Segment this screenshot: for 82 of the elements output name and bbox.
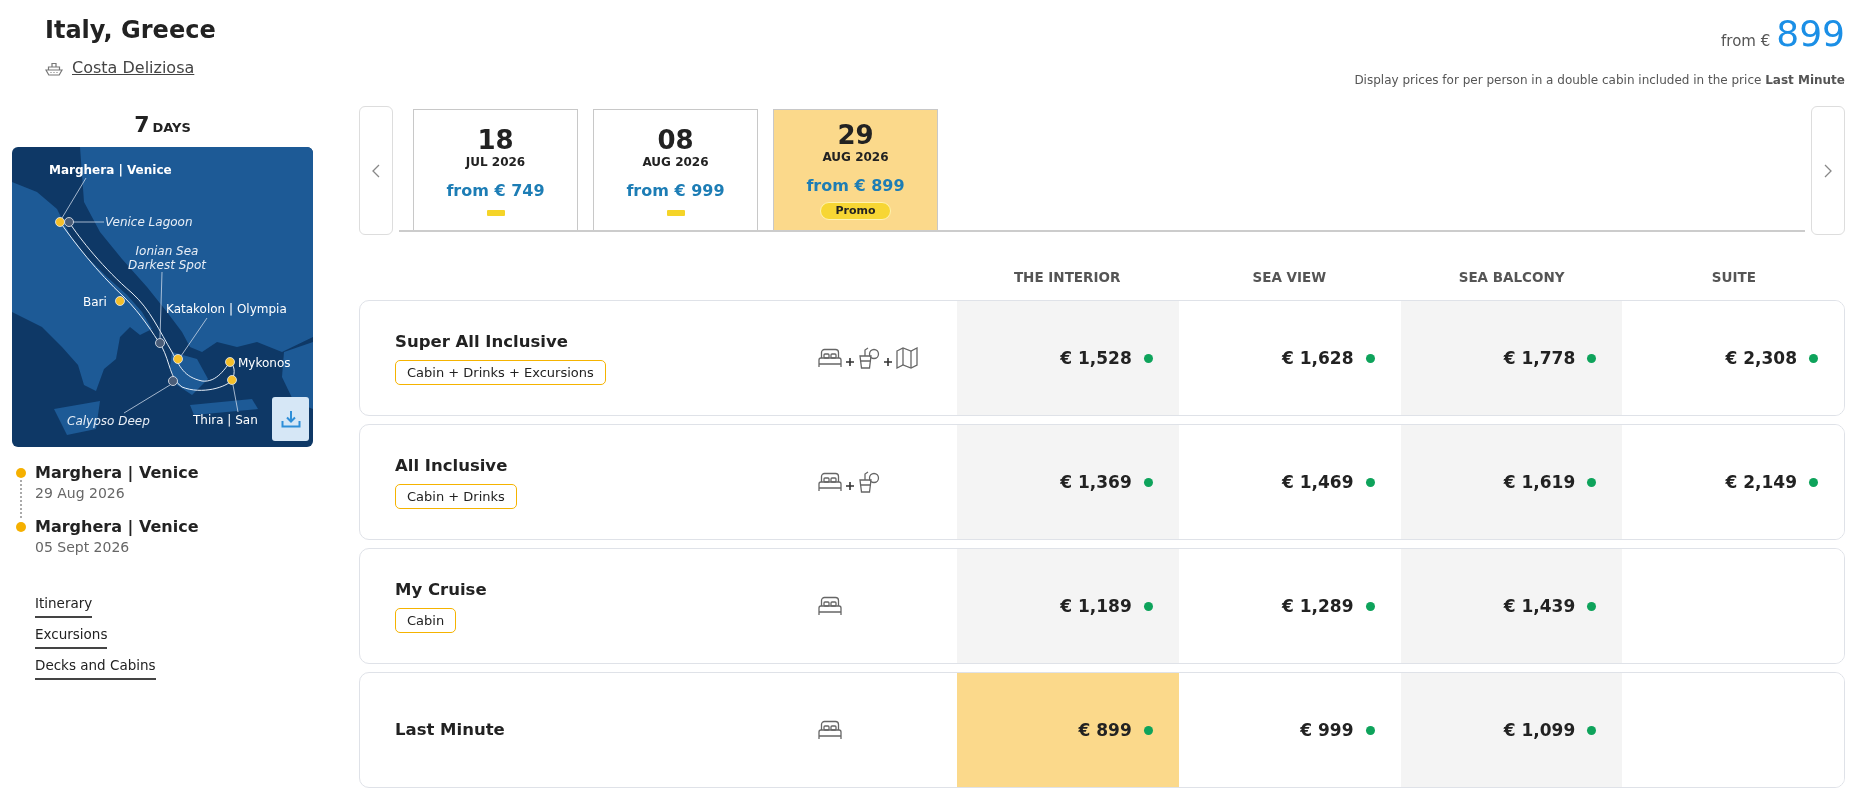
- duration-value: 7: [134, 112, 150, 137]
- previous-button[interactable]: [359, 106, 393, 235]
- map-label: Calypso Deep: [67, 414, 150, 428]
- map-label: Mykonos: [238, 356, 291, 370]
- package-tag: Cabin: [395, 608, 457, 633]
- download-icon: [280, 410, 301, 428]
- package-tag: Cabin + Drinks + Excursions: [395, 360, 606, 385]
- price-option[interactable]: € 1,528: [957, 301, 1179, 415]
- package-name: Last Minute: [395, 720, 505, 739]
- land-drawing: [190, 399, 258, 415]
- price-option[interactable]: € 1,099: [1400, 673, 1623, 787]
- stop-dot-icon: [16, 522, 26, 532]
- nav-link[interactable]: Excursions: [35, 624, 108, 649]
- leader-line: [61, 177, 87, 219]
- waypoint-marker-icon: [168, 376, 178, 386]
- date-tab[interactable]: 18 JUL 2026 from € 749: [413, 109, 578, 230]
- cocktail-icon: [858, 347, 880, 369]
- stop-date: 29 Aug 2026: [35, 484, 126, 503]
- bed-icon: [818, 596, 842, 616]
- date-tab[interactable]: 29 AUG 2026 from € 899 Promo: [773, 109, 938, 230]
- port-name: Marghera | Venice: [35, 463, 199, 483]
- timeline-connector: [20, 480, 22, 518]
- leader-line: [123, 384, 171, 414]
- price-option[interactable]: € 1,439: [1400, 549, 1623, 663]
- ship-link[interactable]: Costa Deliziosa: [45, 57, 195, 79]
- package-name: Super All Inclusive: [395, 332, 568, 351]
- promo-badge: Promo: [820, 202, 891, 220]
- leader-line: [180, 317, 208, 357]
- port-marker-icon: [225, 357, 235, 367]
- port-marker-icon: [115, 296, 125, 306]
- next-button[interactable]: [1811, 106, 1845, 235]
- column-header: SEA VIEW: [1252, 269, 1327, 285]
- plus-icon: [846, 358, 854, 366]
- plus-icon: [884, 358, 892, 366]
- price-prefix: from €: [1721, 31, 1771, 52]
- plus-icon: [846, 482, 854, 490]
- price-option[interactable]: € 899: [957, 673, 1179, 787]
- column-header: THE INTERIOR: [1013, 269, 1121, 285]
- map-label: Katakolon | Olympia: [166, 302, 287, 316]
- nav-link[interactable]: Itinerary: [35, 593, 93, 618]
- map-icon: [896, 347, 918, 369]
- duration-unit: DAYS: [152, 120, 191, 135]
- port-marker-icon: [173, 354, 183, 364]
- bed-icon: [818, 720, 842, 740]
- bed-icon: [818, 348, 842, 368]
- leader-line: [232, 384, 239, 413]
- waypoint-marker-icon: [155, 338, 165, 348]
- map-label: Marghera | Venice: [49, 163, 172, 177]
- price-note: Display prices for per person in a double cabin included in the price Last Minute: [1354, 72, 1845, 89]
- stop-dot-icon: [16, 468, 26, 478]
- price-option[interactable]: € 1,619: [1400, 425, 1623, 539]
- ship-icon: [45, 60, 63, 76]
- map-label: Bari: [83, 295, 107, 309]
- port-marker-icon: [55, 217, 65, 227]
- price-option[interactable]: € 1,369: [957, 425, 1179, 539]
- date-tab[interactable]: 08 AUG 2026 from € 999: [593, 109, 758, 230]
- map-label: Venice Lagoon: [105, 215, 193, 229]
- package-name: My Cruise: [395, 580, 487, 599]
- leader-line: [72, 221, 105, 223]
- column-header: SUITE: [1711, 269, 1756, 285]
- dash-icon: [666, 209, 685, 216]
- leader-line: [159, 271, 163, 339]
- chevron-right-icon: [1824, 163, 1832, 178]
- chevron-left-icon: [372, 163, 380, 178]
- map-label: Ionian Sea Darkest Spot: [127, 244, 208, 272]
- column-header: SEA BALCONY: [1458, 269, 1565, 285]
- port-name: Marghera | Venice: [35, 517, 199, 537]
- price-amount: 899: [1776, 12, 1845, 56]
- stop-date: 05 Sept 2026: [35, 538, 131, 557]
- package-tag: Cabin + Drinks: [395, 484, 517, 509]
- waypoint-marker-icon: [64, 217, 74, 227]
- nav-link[interactable]: Decks and Cabins: [35, 655, 156, 680]
- download-button[interactable]: [272, 397, 309, 441]
- price-option[interactable]: € 1,778: [1400, 301, 1623, 415]
- map-label: Thira | San: [193, 413, 258, 427]
- package-name: All Inclusive: [395, 456, 508, 475]
- trip-title: Italy, Greece: [45, 15, 216, 46]
- port-marker-icon: [227, 375, 237, 385]
- bed-icon: [818, 472, 842, 492]
- dash-icon: [486, 209, 505, 216]
- cocktail-icon: [858, 471, 880, 493]
- price-option[interactable]: € 1,189: [957, 549, 1179, 663]
